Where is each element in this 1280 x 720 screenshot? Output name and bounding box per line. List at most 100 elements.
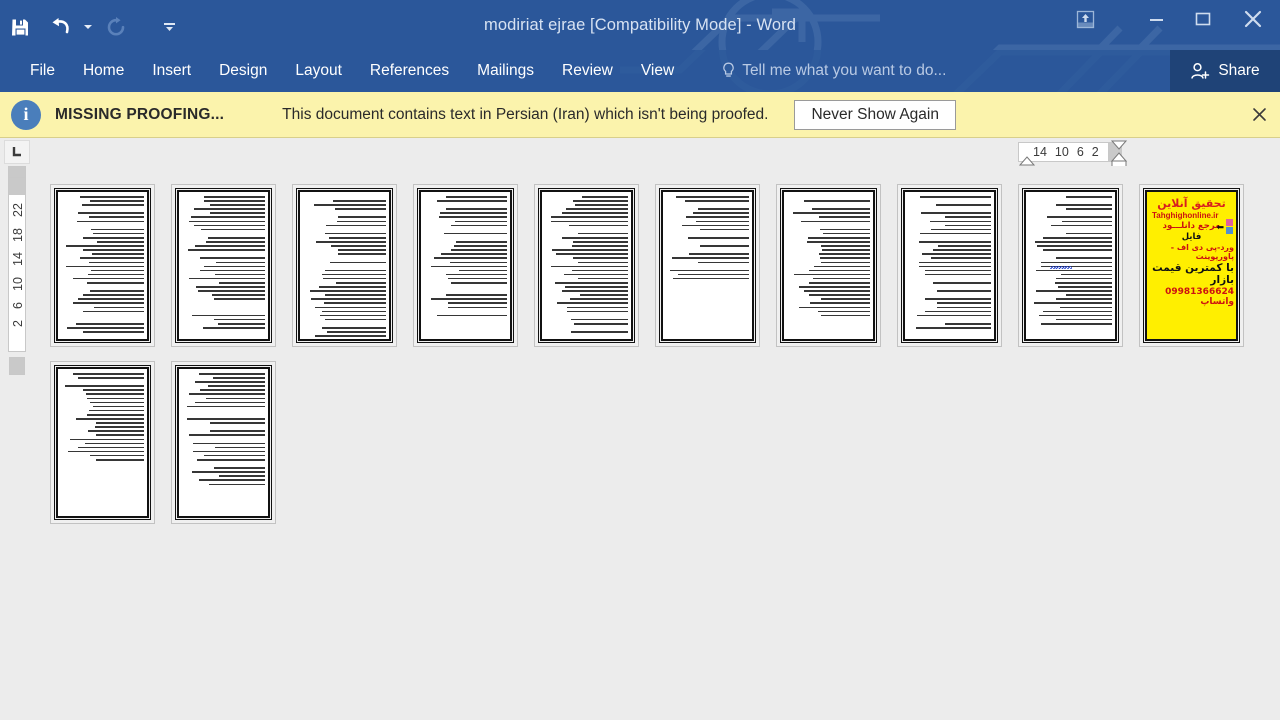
page-thumbnail[interactable]: [50, 361, 155, 524]
text-line: [573, 257, 628, 259]
page-thumbnail-grid[interactable]: تحقیق آنلاین Tahghighonline.ir مرجع دانلــ…: [50, 184, 1250, 524]
page-thumbnail[interactable]: [776, 184, 881, 347]
customize-quick-access-toolbar-button[interactable]: [158, 10, 180, 44]
text-line: [1043, 310, 1112, 313]
text-line: [76, 220, 144, 223]
share-label: Share: [1218, 62, 1260, 79]
tab-mailings[interactable]: Mailings: [463, 50, 548, 92]
document-workspace[interactable]: 2 6 10 14 18 22 تحقیق آنلاین Tahghighonli…: [0, 166, 1280, 720]
undo-button[interactable]: [40, 10, 80, 44]
text-line: [811, 208, 870, 210]
never-show-again-button[interactable]: Never Show Again: [794, 99, 956, 130]
text-line: [944, 224, 991, 227]
tab-home[interactable]: Home: [69, 50, 138, 92]
text-line: [68, 450, 144, 453]
page-thumbnail[interactable]: [534, 184, 639, 347]
page-thumbnail[interactable]: [1018, 184, 1123, 347]
text-line: [448, 302, 507, 305]
text-line: [194, 208, 265, 210]
text-line: [85, 393, 144, 396]
text-line: [327, 331, 386, 333]
chevron-down-icon: [84, 25, 92, 29]
ribbon-display-options-button[interactable]: [1058, 0, 1112, 38]
tab-references[interactable]: References: [356, 50, 463, 92]
tab-stop-selector-button[interactable]: [4, 140, 30, 164]
page-thumbnail[interactable]: تحقیق آنلاین Tahghighonline.ir مرجع دانلــ…: [1139, 184, 1244, 347]
message-bar-close-button[interactable]: [1248, 104, 1270, 126]
quick-access-toolbar[interactable]: [0, 0, 180, 50]
text-line: [206, 241, 265, 243]
text-line: [918, 261, 991, 264]
text-line: [670, 269, 749, 272]
text-line: [85, 442, 144, 445]
tab-layout[interactable]: Layout: [281, 50, 356, 92]
text-line: [90, 290, 144, 292]
page-text-content: [901, 188, 998, 343]
text-line: [192, 450, 265, 453]
redo-button[interactable]: [96, 10, 136, 44]
page-thumbnail[interactable]: [413, 184, 518, 347]
page-thumbnail[interactable]: [292, 184, 397, 347]
text-line: [446, 196, 507, 198]
minimize-button[interactable]: [1134, 0, 1180, 38]
text-line: [439, 212, 507, 214]
text-line: [937, 306, 991, 309]
tab-review[interactable]: Review: [548, 50, 627, 92]
text-line: [192, 442, 265, 445]
tab-insert[interactable]: Insert: [138, 50, 205, 92]
text-line: [77, 446, 144, 449]
ribbon-display-options-icon: [1076, 10, 1094, 28]
text-line: [937, 245, 991, 247]
text-line: [232, 307, 265, 309]
text-line: [1034, 241, 1112, 243]
restore-button[interactable]: [1180, 0, 1226, 38]
page-thumbnail[interactable]: [897, 184, 1002, 347]
vertical-ruler[interactable]: 2 6 10 14 18 22: [8, 176, 26, 375]
text-line: [920, 196, 991, 198]
ad-line-4: ورد-پی دی اف - پاورپوینت: [1170, 243, 1234, 261]
page-text-content: [780, 188, 877, 343]
text-line: [212, 377, 265, 379]
text-line: [232, 414, 265, 416]
text-line: [474, 290, 507, 292]
page-thumbnail[interactable]: [50, 184, 155, 347]
text-line: [801, 220, 870, 223]
left-indent-marker[interactable]: [1018, 156, 1036, 166]
text-line: [83, 249, 144, 251]
tell-me-placeholder: Tell me what you want to do...: [742, 62, 947, 79]
first-line-indent-marker[interactable]: [1110, 140, 1128, 150]
text-line: [219, 475, 265, 477]
ad-icon-blue: [1226, 227, 1233, 234]
save-button[interactable]: [0, 10, 40, 44]
page-thumbnail[interactable]: [655, 184, 760, 347]
text-line: [326, 224, 386, 227]
text-line: [578, 232, 628, 235]
text-line: [821, 245, 870, 247]
text-line: [450, 281, 507, 284]
ribbon-tabs[interactable]: File Home Insert Design Layout Reference…: [0, 50, 688, 92]
text-line: [819, 216, 870, 219]
tell-me-search[interactable]: Tell me what you want to do...: [722, 50, 946, 92]
text-line: [1079, 253, 1112, 255]
text-line: [453, 245, 507, 247]
text-line: [681, 224, 749, 227]
text-line: [573, 241, 628, 243]
text-line: [191, 216, 265, 219]
text-line: [803, 200, 870, 202]
close-button[interactable]: [1226, 0, 1280, 38]
tab-design[interactable]: Design: [205, 50, 281, 92]
undo-dropdown-button[interactable]: [80, 10, 96, 44]
page-thumbnail[interactable]: [171, 361, 276, 524]
text-line: [550, 220, 628, 223]
text-line: [550, 216, 628, 219]
text-line: [93, 405, 144, 408]
text-line: [232, 410, 265, 412]
text-line: [322, 273, 386, 276]
text-line: [1041, 322, 1112, 325]
tab-file[interactable]: File: [16, 50, 69, 92]
page-thumbnail[interactable]: [171, 184, 276, 347]
window-controls[interactable]: [1058, 0, 1280, 44]
share-button[interactable]: Share: [1170, 50, 1280, 92]
title-bar: modiriat ejrae [Compatibility Mode] - Wo…: [0, 0, 1280, 50]
tab-view[interactable]: View: [627, 50, 688, 92]
